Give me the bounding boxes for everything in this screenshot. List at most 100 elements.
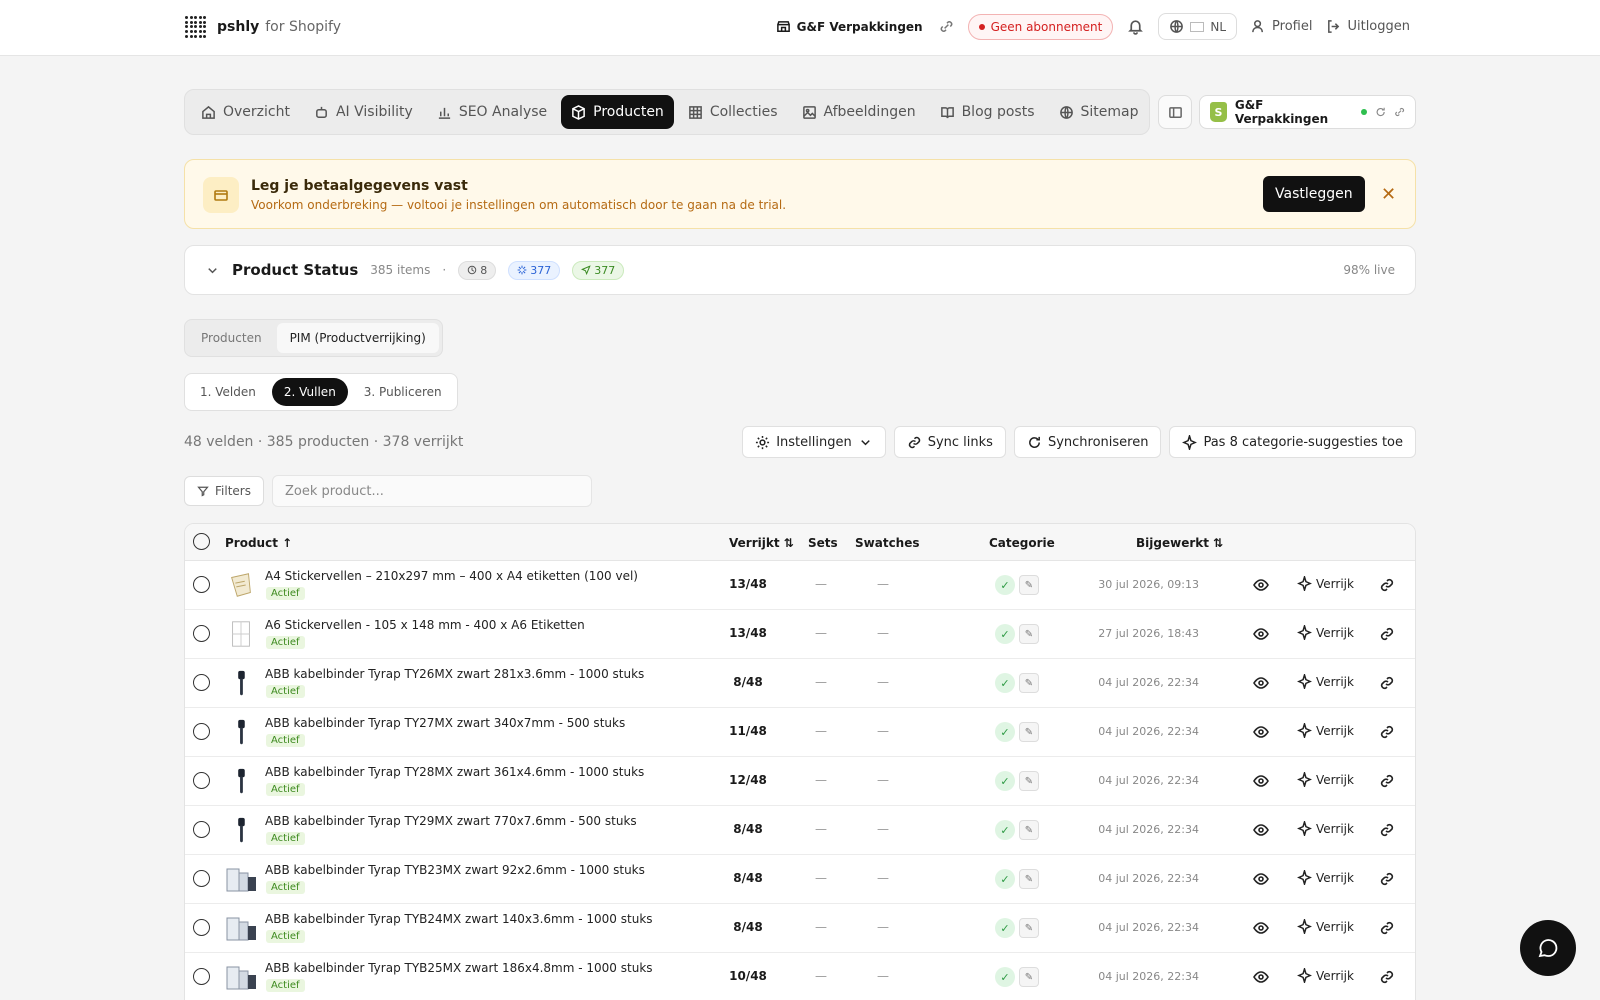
- pencil-icon[interactable]: ✎: [1019, 869, 1039, 889]
- table-row[interactable]: ABB kabelbinder Tyrap TYB24MX zwart 140x…: [185, 904, 1415, 953]
- eye-icon[interactable]: [1253, 675, 1269, 695]
- table-row[interactable]: ABB kabelbinder Tyrap TY26MX zwart 281x3…: [185, 659, 1415, 708]
- verrijk-button[interactable]: Verrijk: [1297, 723, 1354, 738]
- select-all-radio[interactable]: [193, 533, 210, 550]
- step-velden[interactable]: 1. Velden: [188, 378, 268, 406]
- logout-link[interactable]: Uitloggen: [1326, 19, 1410, 34]
- language-selector[interactable]: NL: [1158, 13, 1238, 40]
- pencil-icon[interactable]: ✎: [1019, 918, 1039, 938]
- eye-icon[interactable]: [1253, 871, 1269, 891]
- tab-blog-posts[interactable]: Blog posts: [930, 95, 1045, 129]
- tab-sitemap[interactable]: Sitemap: [1049, 95, 1149, 129]
- product-name[interactable]: A6 Stickervellen - 105 x 148 mm - 400 x …: [265, 618, 585, 632]
- segment-producten[interactable]: Producten: [188, 323, 275, 353]
- pencil-icon[interactable]: ✎: [1019, 673, 1039, 693]
- row-select-radio[interactable]: [193, 968, 210, 985]
- link-icon[interactable]: [1379, 724, 1395, 744]
- vastleggen-button[interactable]: Vastleggen: [1263, 176, 1365, 212]
- apply-suggestions-button[interactable]: Pas 8 categorie-suggesties toe: [1169, 426, 1416, 458]
- tab-ai-visibility[interactable]: AI Visibility: [304, 95, 423, 129]
- close-icon[interactable]: ✕: [1381, 184, 1396, 205]
- pencil-icon[interactable]: ✎: [1019, 624, 1039, 644]
- link-icon[interactable]: [1379, 577, 1395, 597]
- chevron-down-icon[interactable]: [205, 263, 220, 278]
- unlink-icon[interactable]: [939, 19, 954, 34]
- verrijk-button[interactable]: Verrijk: [1297, 968, 1354, 983]
- pencil-icon[interactable]: ✎: [1019, 967, 1039, 987]
- pencil-icon[interactable]: ✎: [1019, 820, 1039, 840]
- tab-seo-analyse[interactable]: SEO Analyse: [427, 95, 557, 129]
- verrijk-button[interactable]: Verrijk: [1297, 625, 1354, 640]
- col-enriched[interactable]: Verrijkt ⇅: [729, 536, 794, 550]
- verrijk-button[interactable]: Verrijk: [1297, 821, 1354, 836]
- brand[interactable]: pshly for Shopify: [185, 16, 341, 38]
- profile-link[interactable]: Profiel: [1251, 19, 1312, 34]
- eye-icon[interactable]: [1253, 626, 1269, 646]
- pencil-icon[interactable]: ✎: [1019, 722, 1039, 742]
- row-select-radio[interactable]: [193, 919, 210, 936]
- eye-icon[interactable]: [1253, 773, 1269, 793]
- sync-links-button[interactable]: Sync links: [893, 426, 1006, 458]
- link-icon[interactable]: [1379, 969, 1395, 989]
- row-select-radio[interactable]: [193, 772, 210, 789]
- subscription-badge[interactable]: Geen abonnement: [967, 13, 1114, 40]
- eye-icon[interactable]: [1253, 920, 1269, 940]
- tab-producten[interactable]: Producten: [561, 95, 674, 129]
- pencil-icon[interactable]: ✎: [1019, 575, 1039, 595]
- search-input[interactable]: [272, 475, 592, 507]
- step-vullen[interactable]: 2. Vullen: [271, 378, 348, 406]
- step-publiceren[interactable]: 3. Publiceren: [352, 378, 454, 406]
- product-status-card[interactable]: Product Status 385 items · 8 377 377 98%…: [184, 245, 1416, 295]
- refresh-icon[interactable]: [1375, 106, 1386, 118]
- table-row[interactable]: ABB kabelbinder Tyrap TYB25MX zwart 186x…: [185, 953, 1415, 1000]
- sidebar-toggle-button[interactable]: [1158, 95, 1192, 129]
- product-name[interactable]: ABB kabelbinder Tyrap TYB25MX zwart 186x…: [265, 961, 653, 975]
- shop-selector[interactable]: G&F Verpakkingen: [776, 19, 954, 34]
- product-name[interactable]: ABB kabelbinder Tyrap TY27MX zwart 340x7…: [265, 716, 625, 730]
- product-name[interactable]: ABB kabelbinder Tyrap TYB23MX zwart 92x2…: [265, 863, 645, 877]
- col-product[interactable]: Product ↑: [225, 536, 292, 550]
- col-updated[interactable]: Bijgewerkt ⇅: [1136, 536, 1223, 550]
- table-row[interactable]: A4 Stickervellen – 210x297 mm – 400 x A4…: [185, 561, 1415, 610]
- product-name[interactable]: A4 Stickervellen – 210x297 mm – 400 x A4…: [265, 569, 638, 583]
- row-select-radio[interactable]: [193, 723, 210, 740]
- link-icon[interactable]: [1379, 920, 1395, 940]
- filters-button[interactable]: Filters: [184, 476, 264, 506]
- product-name[interactable]: ABB kabelbinder Tyrap TY29MX zwart 770x7…: [265, 814, 637, 828]
- link-icon[interactable]: [1379, 871, 1395, 891]
- tab-afbeeldingen[interactable]: Afbeeldingen: [792, 95, 926, 129]
- tab-overzicht[interactable]: Overzicht: [191, 95, 300, 129]
- verrijk-button[interactable]: Verrijk: [1297, 870, 1354, 885]
- bell-icon[interactable]: [1127, 18, 1144, 35]
- tab-collecties[interactable]: Collecties: [678, 95, 788, 129]
- eye-icon[interactable]: [1253, 822, 1269, 842]
- eye-icon[interactable]: [1253, 577, 1269, 597]
- link-icon[interactable]: [1379, 626, 1395, 646]
- table-row[interactable]: ABB kabelbinder Tyrap TY27MX zwart 340x7…: [185, 708, 1415, 757]
- verrijk-button[interactable]: Verrijk: [1297, 919, 1354, 934]
- link-icon[interactable]: [1379, 675, 1395, 695]
- row-select-radio[interactable]: [193, 674, 210, 691]
- row-select-radio[interactable]: [193, 821, 210, 838]
- verrijk-button[interactable]: Verrijk: [1297, 772, 1354, 787]
- pencil-icon[interactable]: ✎: [1019, 771, 1039, 791]
- row-select-radio[interactable]: [193, 870, 210, 887]
- table-row[interactable]: ABB kabelbinder Tyrap TYB23MX zwart 92x2…: [185, 855, 1415, 904]
- verrijk-button[interactable]: Verrijk: [1297, 576, 1354, 591]
- synchroniseren-button[interactable]: Synchroniseren: [1013, 426, 1162, 458]
- link-icon[interactable]: [1379, 773, 1395, 793]
- verrijk-button[interactable]: Verrijk: [1297, 674, 1354, 689]
- product-name[interactable]: ABB kabelbinder Tyrap TY28MX zwart 361x4…: [265, 765, 644, 779]
- eye-icon[interactable]: [1253, 969, 1269, 989]
- table-row[interactable]: ABB kabelbinder Tyrap TY28MX zwart 361x4…: [185, 757, 1415, 806]
- link-icon[interactable]: [1379, 822, 1395, 842]
- settings-dropdown[interactable]: Instellingen: [742, 426, 886, 458]
- row-select-radio[interactable]: [193, 576, 210, 593]
- table-row[interactable]: A6 Stickervellen - 105 x 148 mm - 400 x …: [185, 610, 1415, 659]
- chat-button[interactable]: [1520, 920, 1576, 976]
- table-row[interactable]: ABB kabelbinder Tyrap TY29MX zwart 770x7…: [185, 806, 1415, 855]
- row-select-radio[interactable]: [193, 625, 210, 642]
- unlink-icon[interactable]: [1394, 106, 1405, 118]
- store-chip[interactable]: S G&F Verpakkingen: [1199, 95, 1416, 129]
- product-name[interactable]: ABB kabelbinder Tyrap TY26MX zwart 281x3…: [265, 667, 644, 681]
